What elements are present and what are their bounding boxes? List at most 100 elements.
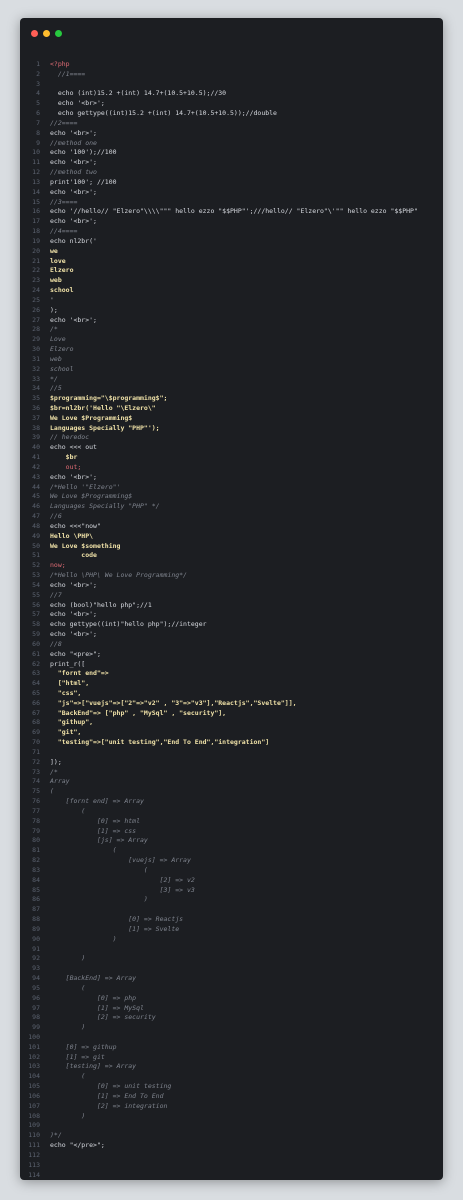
- code-text: [1] => css: [50, 826, 137, 835]
- line-number: 13: [32, 177, 40, 186]
- line-number: 71: [32, 747, 40, 756]
- code-editor[interactable]: 1 <?php 2 //1==== 3 4 echo (int)15.2 +(int) …: [20, 60, 443, 1180]
- code-text: $br=nl2br('Hello "\Elzero\": [50, 403, 156, 412]
- code-line: 21 love: [20, 257, 443, 267]
- code-text: [0] => html: [50, 816, 141, 825]
- line-number: 75: [32, 787, 40, 796]
- code-line: 63 "fornt end"=>: [20, 669, 443, 679]
- line-number: 82: [32, 856, 40, 865]
- code-text: echo '<br>';: [50, 128, 97, 137]
- code-line: 62 print_r([: [20, 660, 443, 670]
- code-text: web: [50, 354, 62, 363]
- code-text: We Love $Programming$: [50, 492, 133, 501]
- code-text: )*/: [50, 1131, 62, 1140]
- code-text: echo '100');//100: [50, 148, 117, 157]
- code-line: 28 /*: [20, 325, 443, 335]
- code-line: 54 echo '<br>';: [20, 581, 443, 591]
- code-line: 104 (: [20, 1072, 443, 1082]
- code-text: Elzero: [50, 266, 74, 275]
- line-number: 51: [32, 551, 40, 560]
- line-number: 14: [32, 187, 40, 196]
- code-text: echo '<br>';: [50, 580, 97, 589]
- line-number: 37: [32, 413, 40, 422]
- code-text: web: [50, 276, 62, 285]
- code-text: /*Hello '"Elzero"': [50, 482, 121, 491]
- code-line: 60 //8: [20, 640, 443, 650]
- code-line: 34 //5: [20, 384, 443, 394]
- line-number: 21: [32, 256, 40, 265]
- minimize-window-button[interactable]: [43, 30, 50, 37]
- code-text: code: [50, 551, 97, 560]
- line-number: 106: [28, 1091, 40, 1100]
- code-line: 95 (: [20, 984, 443, 994]
- code-line: 8 echo '<br>';: [20, 129, 443, 139]
- code-line: 1 <?php: [20, 60, 443, 70]
- line-number: 60: [32, 639, 40, 648]
- line-number: 6: [36, 109, 40, 118]
- code-text: //7: [50, 590, 62, 599]
- code-text: echo gettype((int)"hello php");//integer: [50, 620, 207, 629]
- line-number: 94: [32, 974, 40, 983]
- code-line: 91: [20, 945, 443, 955]
- code-text: //method one: [50, 138, 97, 147]
- code-text: <?php: [50, 60, 70, 68]
- line-number: 101: [28, 1042, 40, 1051]
- line-number: 99: [32, 1023, 40, 1032]
- code-text: echo '<br>';: [50, 315, 97, 324]
- code-line: 47 //6: [20, 512, 443, 522]
- code-line: 16 echo '//hello// "Elzero"\\\\""" hello …: [20, 207, 443, 217]
- code-text: echo '<br>';: [50, 630, 97, 639]
- code-line: 73 /*: [20, 768, 443, 778]
- line-number: 40: [32, 443, 40, 452]
- code-line: 96 [0] => php: [20, 994, 443, 1004]
- line-number: 86: [32, 895, 40, 904]
- code-line: 71: [20, 748, 443, 758]
- code-text: echo '<br>';: [50, 217, 97, 226]
- code-text: );: [50, 305, 58, 314]
- line-number: 35: [32, 394, 40, 403]
- line-number: 15: [32, 197, 40, 206]
- code-text: Array: [50, 777, 70, 786]
- code-text: //6: [50, 512, 62, 521]
- code-text: Love: [50, 335, 66, 344]
- line-number: 98: [32, 1013, 40, 1022]
- code-line: 15 //3====: [20, 198, 443, 208]
- code-line: 31 web: [20, 355, 443, 365]
- close-window-button[interactable]: [31, 30, 38, 37]
- code-line: 18 //4====: [20, 227, 443, 237]
- code-text: //2====: [50, 118, 78, 127]
- code-line: 80 [js] => Array: [20, 836, 443, 846]
- code-line: 46 Languages Specially "PHP" */: [20, 502, 443, 512]
- code-line: 85 [3] => v3: [20, 886, 443, 896]
- line-number: 88: [32, 915, 40, 924]
- code-line: 36 $br=nl2br('Hello "\Elzero\": [20, 404, 443, 414]
- line-number: 93: [32, 964, 40, 973]
- code-text: [0] => php: [50, 993, 137, 1002]
- code-text: echo "<pre>";: [50, 649, 101, 658]
- line-number: 114: [28, 1170, 40, 1179]
- line-number: 9: [36, 138, 40, 147]
- code-text: Languages Specially "PHP"');: [50, 423, 160, 432]
- code-text: echo <<< out: [50, 443, 97, 452]
- line-number: 107: [28, 1101, 40, 1110]
- code-text: $programming="\$programming$";: [50, 394, 168, 403]
- code-text: school: [50, 364, 74, 373]
- line-number: 59: [32, 630, 40, 639]
- code-text: [2] => security: [50, 1013, 156, 1022]
- code-text: echo nl2br(': [50, 236, 97, 245]
- line-number: 100: [28, 1032, 40, 1041]
- code-line: 98 [2] => security: [20, 1013, 443, 1023]
- code-text: [js] => Array: [50, 836, 148, 845]
- code-line: 94 [BackEnd] => Array: [20, 974, 443, 984]
- code-line: 17 echo '<br>';: [20, 217, 443, 227]
- code-line: 90 ): [20, 935, 443, 945]
- line-number: 70: [32, 738, 40, 747]
- line-number: 67: [32, 708, 40, 717]
- line-number: 96: [32, 993, 40, 1002]
- code-line: 29 Love: [20, 335, 443, 345]
- line-number: 110: [28, 1131, 40, 1140]
- code-line: 86 ): [20, 895, 443, 905]
- maximize-window-button[interactable]: [55, 30, 62, 37]
- code-line: 58 echo gettype((int)"hello php");//integ…: [20, 620, 443, 630]
- code-line: 5 echo '<br>';: [20, 99, 443, 109]
